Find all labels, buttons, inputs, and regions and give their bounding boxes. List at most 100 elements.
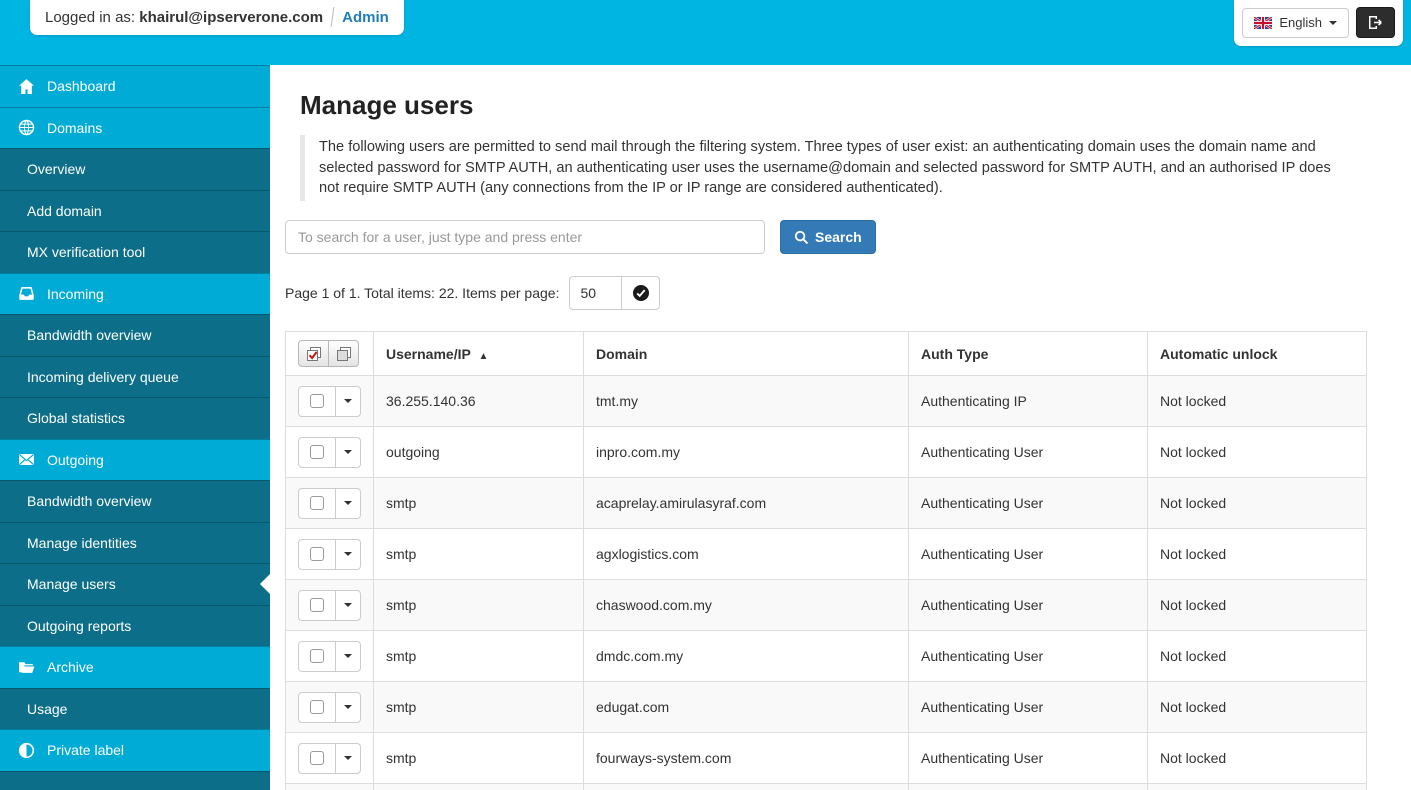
logged-in-label: Logged in as: <box>45 8 136 26</box>
sidebar-item-label: Global statistics <box>27 410 126 427</box>
automatic-unlock-cell: Not locked <box>1147 426 1367 479</box>
search-icon <box>794 230 809 245</box>
row-checkbox-button[interactable] <box>298 742 336 774</box>
row-select-cell <box>285 426 374 479</box>
checkbox-icon <box>310 649 324 664</box>
logged-in-text: Logged in as: khairul@ipserverone.com <box>45 9 323 26</box>
row-actions-dropdown[interactable] <box>335 538 361 570</box>
logout-button[interactable] <box>1356 7 1395 38</box>
select-all-button[interactable] <box>298 340 329 368</box>
domain-cell: inpro.com.my <box>583 426 909 479</box>
auth-type-cell: Authenticating IP <box>908 375 1148 428</box>
table-row: smtp agxlogistics.com Authenticating Use… <box>285 528 1367 581</box>
caret-down-icon <box>344 450 352 455</box>
search-row: Search <box>285 220 1367 255</box>
caret-down-icon <box>344 552 352 557</box>
sidebar-item-domains[interactable]: Domains <box>0 106 270 148</box>
sidebar-item-label: Manage identities <box>27 534 137 551</box>
auth-type-cell: Authenticating User <box>908 426 1148 479</box>
sidebar-item-outgoing-reports[interactable]: Outgoing reports <box>0 604 270 646</box>
checkbox-icon <box>310 496 324 511</box>
page-description: The following users are permitted to sen… <box>300 135 1346 202</box>
sidebar-item-dashboard[interactable]: Dashboard <box>0 65 270 107</box>
sidebar-item-label: Overview <box>27 161 86 178</box>
sidebar-item-private-label[interactable]: Private label <box>0 729 270 771</box>
topbar: Logged in as: khairul@ipserverone.com Ad… <box>0 0 1411 65</box>
apply-items-per-page-button[interactable] <box>622 276 661 311</box>
row-checkbox-button[interactable] <box>298 385 336 417</box>
page-title: Manage users <box>300 90 474 120</box>
table-row: smtp acaprelay.amirulasyraf.com Authenti… <box>285 477 1367 530</box>
sidebar-item-label: Archive <box>47 659 94 676</box>
row-checkbox-button[interactable] <box>298 589 336 621</box>
checkbox-icon <box>310 547 324 562</box>
username-cell: outgoing <box>373 426 584 479</box>
row-select-cell <box>285 732 374 785</box>
row-actions-dropdown[interactable] <box>335 487 361 519</box>
deselect-all-button[interactable] <box>328 340 359 368</box>
sidebar-items: Dashboard Domains Overview Add domain MX… <box>0 65 270 771</box>
automatic-unlock-cell: Not locked <box>1147 783 1367 790</box>
inbox-icon <box>18 285 35 302</box>
row-checkbox-button[interactable] <box>298 487 336 519</box>
sidebar-item-label: Incoming delivery queue <box>27 368 179 385</box>
column-header-automatic-unlock[interactable]: Automatic unlock <box>1147 331 1367 377</box>
search-input[interactable] <box>285 220 765 255</box>
sidebar-item-archive[interactable]: Archive <box>0 646 270 688</box>
language-dropdown[interactable]: English <box>1242 7 1349 38</box>
sidebar-item-usage[interactable]: Usage <box>0 687 270 729</box>
row-select-cell <box>285 375 374 428</box>
sidebar-item-outgoing[interactable]: Outgoing <box>0 438 270 480</box>
row-checkbox-button[interactable] <box>298 640 336 672</box>
row-checkbox-button[interactable] <box>298 436 336 468</box>
divider <box>330 7 335 27</box>
sidebar-item-add-domain[interactable]: Add domain <box>0 189 270 231</box>
caret-down-icon <box>344 399 352 404</box>
username-cell: smtp <box>373 783 584 790</box>
sidebar-item-label: Outgoing <box>47 451 104 468</box>
column-header-domain[interactable]: Domain <box>583 331 909 377</box>
row-select-cell <box>285 681 374 734</box>
sidebar-item-label: Private label <box>47 742 125 759</box>
column-header-username[interactable]: Username/IP ▲ <box>373 331 584 377</box>
sidebar: Dashboard Domains Overview Add domain MX… <box>0 65 270 790</box>
sidebar-item-global-statistics[interactable]: Global statistics <box>0 397 270 439</box>
sidebar-item-mx-verification-tool[interactable]: MX verification tool <box>0 231 270 273</box>
topbar-right-box: English <box>1234 0 1403 46</box>
sidebar-item-incoming-delivery-queue[interactable]: Incoming delivery queue <box>0 355 270 397</box>
sort-ascending-icon: ▲ <box>478 350 489 362</box>
items-per-page-input[interactable] <box>569 276 623 311</box>
username-cell: smtp <box>373 528 584 581</box>
automatic-unlock-cell: Not locked <box>1147 528 1367 581</box>
sidebar-item-manage-identities[interactable]: Manage identities <box>0 521 270 563</box>
username-cell: smtp <box>373 630 584 683</box>
sidebar-item-bandwidth-overview[interactable]: Bandwidth overview <box>0 314 270 356</box>
row-select-cell <box>285 528 374 581</box>
row-checkbox-button[interactable] <box>298 691 336 723</box>
domain-cell: jaring.asia <box>583 783 909 790</box>
automatic-unlock-cell: Not locked <box>1147 732 1367 785</box>
row-actions-dropdown[interactable] <box>335 640 361 672</box>
sidebar-item-incoming[interactable]: Incoming <box>0 272 270 314</box>
sidebar-item-label: Outgoing reports <box>27 617 132 634</box>
row-actions-dropdown[interactable] <box>335 589 361 621</box>
sidebar-item-overview[interactable]: Overview <box>0 148 270 190</box>
automatic-unlock-cell: Not locked <box>1147 579 1367 632</box>
search-button[interactable]: Search <box>780 220 876 255</box>
sidebar-item-bandwidth-overview[interactable]: Bandwidth overview <box>0 480 270 522</box>
sidebar-item-label: Manage users <box>27 576 116 593</box>
column-header-auth-type[interactable]: Auth Type <box>908 331 1148 377</box>
auth-type-cell: Authenticating User <box>908 528 1148 581</box>
row-checkbox-button[interactable] <box>298 538 336 570</box>
row-actions-dropdown[interactable] <box>335 742 361 774</box>
admin-link[interactable]: Admin <box>342 9 389 26</box>
username-cell: 36.255.140.36 <box>373 375 584 428</box>
row-actions-dropdown[interactable] <box>335 385 361 417</box>
row-actions-dropdown[interactable] <box>335 691 361 723</box>
sidebar-item-manage-users[interactable]: Manage users <box>0 563 270 605</box>
sidebar-item-label: Domains <box>47 119 103 136</box>
envelope-icon <box>18 451 35 468</box>
username-cell: smtp <box>373 579 584 632</box>
row-actions-dropdown[interactable] <box>335 436 361 468</box>
pagination-summary: Page 1 of 1. Total items: 22. Items per … <box>285 285 560 302</box>
